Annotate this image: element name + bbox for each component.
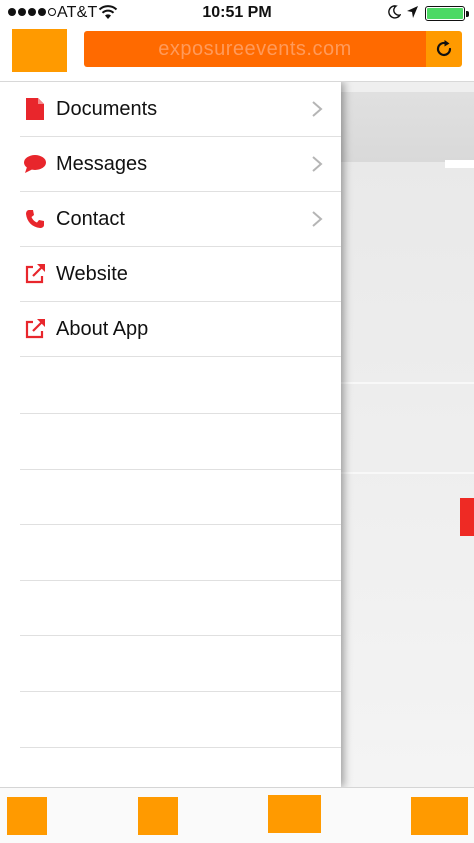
empty-row-divider — [20, 691, 341, 692]
empty-row-divider — [20, 580, 341, 581]
background-image — [341, 92, 474, 162]
menu-item-about-app[interactable]: About App — [20, 302, 341, 357]
address-bar[interactable]: exposureevents.com — [84, 31, 426, 67]
empty-row-divider — [20, 524, 341, 525]
do-not-disturb-moon-icon — [388, 5, 401, 19]
forward-button[interactable] — [138, 797, 178, 835]
wifi-icon — [98, 5, 118, 19]
menu-item-label: About App — [56, 317, 149, 340]
location-arrow-icon — [407, 6, 418, 18]
empty-row-divider — [20, 747, 341, 748]
external-link-icon — [22, 316, 48, 342]
menu-item-label: Contact — [56, 207, 125, 230]
menu-item-label: Website — [56, 262, 128, 285]
bottom-toolbar — [0, 787, 474, 843]
background-page — [341, 82, 474, 787]
share-button[interactable] — [268, 795, 321, 833]
chevron-right-icon — [312, 156, 323, 172]
document-icon — [22, 96, 48, 122]
carrier-label: AT&T — [57, 4, 98, 21]
status-bar: AT&T 10:51 PM — [0, 0, 474, 26]
menu-item-contact[interactable]: Contact — [20, 192, 341, 247]
chevron-right-icon — [312, 211, 323, 227]
action-button[interactable] — [411, 797, 468, 835]
menu-item-documents[interactable]: Documents — [20, 82, 341, 137]
empty-row-divider — [20, 413, 341, 414]
menu-item-label: Messages — [56, 152, 148, 175]
menu-button[interactable] — [12, 29, 67, 72]
empty-row-divider — [20, 469, 341, 470]
speech-bubble-icon — [22, 151, 48, 177]
background-red-tab — [460, 498, 474, 536]
menu-item-messages[interactable]: Messages — [20, 137, 341, 192]
signal-strength-icon — [8, 8, 56, 16]
external-link-icon — [22, 261, 48, 287]
reload-icon — [436, 40, 452, 57]
app-header: exposureevents.com — [0, 26, 474, 82]
empty-row-divider — [20, 635, 341, 636]
chevron-right-icon — [312, 101, 323, 117]
menu-item-website[interactable]: Website — [20, 247, 341, 302]
back-button[interactable] — [7, 797, 47, 835]
reload-button[interactable] — [426, 31, 462, 67]
side-drawer: Documents Messages Contact Website About… — [0, 82, 341, 787]
phone-icon — [22, 206, 48, 232]
address-text: exposureevents.com — [158, 37, 352, 60]
menu-item-label: Documents — [56, 97, 158, 120]
battery-icon — [425, 6, 469, 21]
